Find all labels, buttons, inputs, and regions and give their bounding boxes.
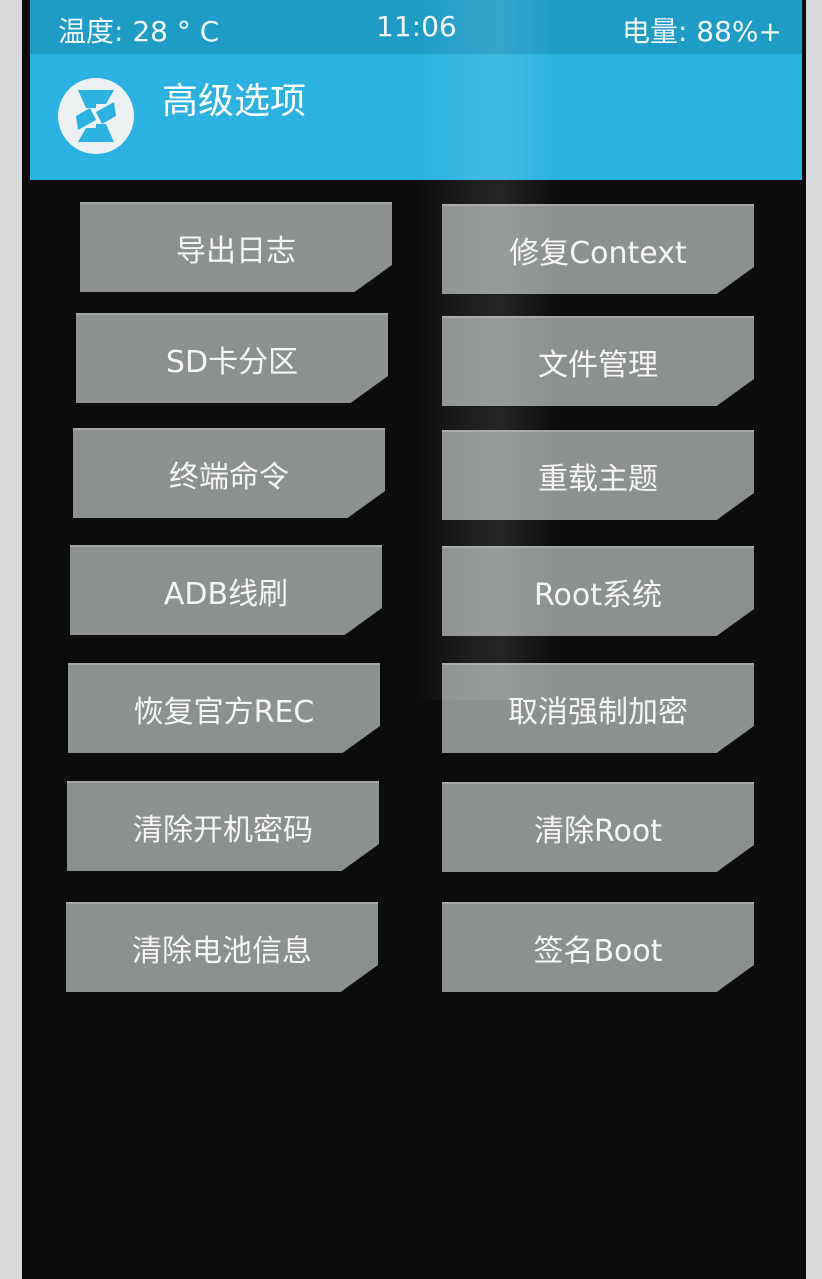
temperature-readout: 温度: 28 ° C — [58, 15, 220, 48]
header-bar: 高级选项 — [30, 54, 802, 180]
disable-force-encryption-button[interactable]: 取消强制加密 — [442, 663, 754, 753]
clear-root-button[interactable]: 清除Root — [442, 782, 754, 872]
button-label: 恢复官方REC — [133, 695, 315, 730]
sign-boot-button[interactable]: 签名Boot — [442, 902, 754, 992]
button-label: 终端命令 — [169, 460, 289, 495]
device-screen: 温度: 28 ° C 11:06 电量: 88%+ 高级选项 导出日志 SD卡分… — [22, 0, 806, 1279]
button-label: 文件管理 — [538, 348, 658, 383]
button-label: 取消强制加密 — [508, 695, 688, 730]
button-label: 导出日志 — [176, 234, 296, 269]
button-label: 签名Boot — [533, 934, 663, 969]
button-label: 修复Context — [509, 236, 687, 271]
export-log-button[interactable]: 导出日志 — [80, 202, 392, 292]
button-label: 清除开机密码 — [133, 813, 313, 848]
button-label: SD卡分区 — [165, 345, 299, 380]
adb-flash-button[interactable]: ADB线刷 — [70, 545, 382, 635]
button-label: ADB线刷 — [163, 577, 289, 612]
button-label: Root系统 — [534, 578, 662, 613]
clock: 11:06 — [376, 10, 457, 43]
button-label: 清除Root — [534, 814, 662, 849]
fix-context-button[interactable]: 修复Context — [442, 204, 754, 294]
twrp-logo-icon — [58, 78, 134, 154]
root-system-button[interactable]: Root系统 — [442, 546, 754, 636]
clear-boot-password-button[interactable]: 清除开机密码 — [67, 781, 379, 871]
battery-readout: 电量: 88%+ — [621, 15, 782, 48]
reload-theme-button[interactable]: 重载主题 — [442, 430, 754, 520]
terminal-command-button[interactable]: 终端命令 — [73, 428, 385, 518]
button-label: 清除电池信息 — [132, 934, 312, 969]
sd-partition-button[interactable]: SD卡分区 — [76, 313, 388, 403]
file-manager-button[interactable]: 文件管理 — [442, 316, 754, 406]
clear-battery-info-button[interactable]: 清除电池信息 — [66, 902, 378, 992]
restore-stock-recovery-button[interactable]: 恢复官方REC — [68, 663, 380, 753]
button-label: 重载主题 — [538, 462, 658, 497]
status-bar: 温度: 28 ° C 11:06 电量: 88%+ — [30, 0, 802, 54]
page-title: 高级选项 — [162, 81, 307, 122]
